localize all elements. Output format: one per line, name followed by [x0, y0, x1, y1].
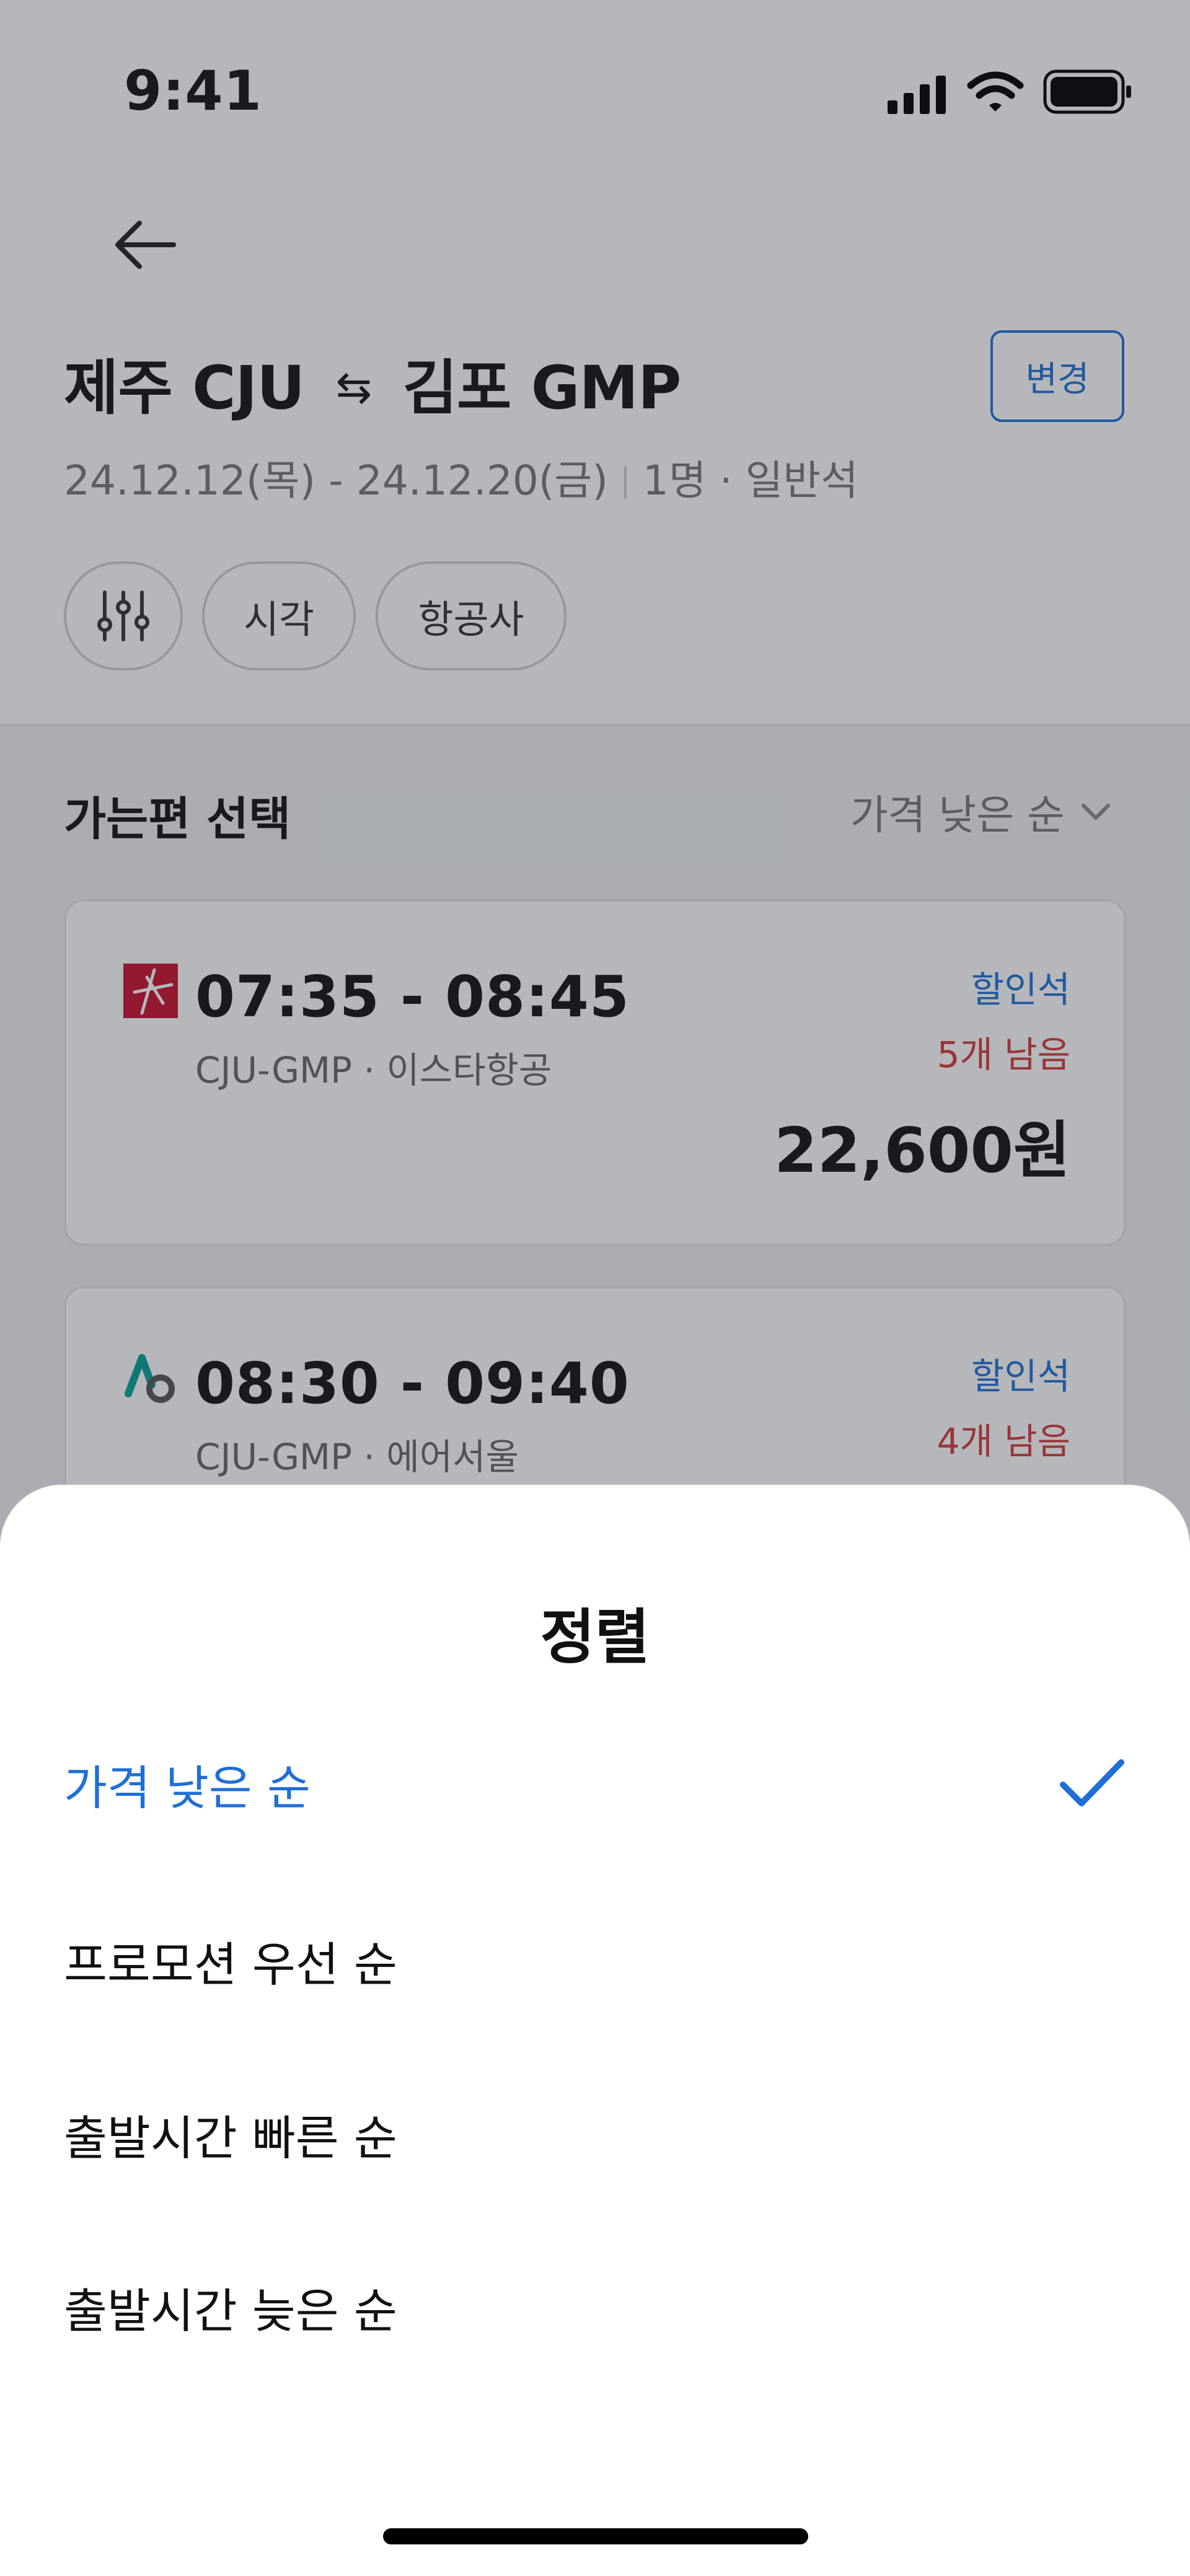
- sort-option-departure-early[interactable]: 출발시간 빠른 순: [0, 2060, 1190, 2209]
- sort-option-label: 가격 낮은 순: [64, 1761, 311, 1816]
- sort-option-price-low[interactable]: 가격 낮은 순: [0, 1710, 1190, 1858]
- sort-option-departure-late[interactable]: 출발시간 늦은 순: [0, 2233, 1190, 2381]
- checkmark-icon: [1060, 1759, 1124, 1806]
- home-indicator: [383, 2528, 808, 2544]
- sort-option-promotion[interactable]: 프로모션 우선 순: [0, 1886, 1190, 2035]
- sort-option-label: 프로모션 우선 순: [64, 1937, 397, 1992]
- sort-option-label: 출발시간 늦은 순: [64, 2284, 397, 2339]
- sort-bottom-sheet: 정렬 가격 낮은 순 프로모션 우선 순 출발시간 빠른 순 출발시간 늦은 순: [0, 1485, 1190, 2576]
- sheet-title: 정렬: [540, 1602, 650, 1672]
- sort-option-label: 출발시간 빠른 순: [64, 2111, 397, 2166]
